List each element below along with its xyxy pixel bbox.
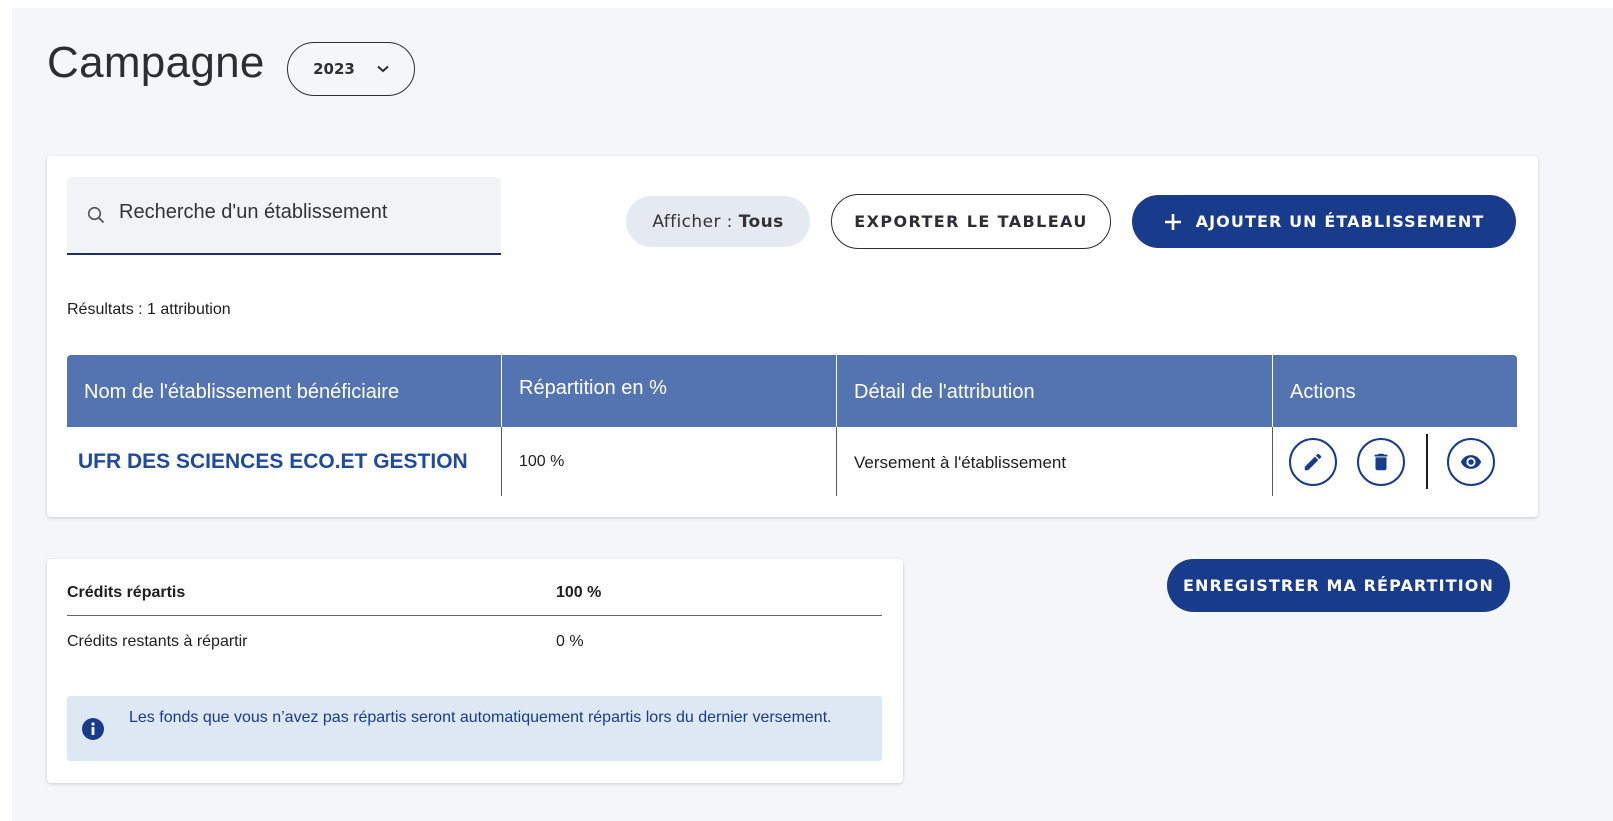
actions-divider: [1426, 434, 1428, 489]
attributions-card: Afficher : Tous EXPORTER LE TABLEAU AJOU…: [47, 156, 1538, 517]
column-header-actions: Actions: [1290, 380, 1356, 403]
export-button[interactable]: EXPORTER LE TABLEAU: [831, 194, 1111, 249]
repartition-cell: 100 %: [502, 427, 837, 496]
plus-icon: [1164, 213, 1181, 230]
column-header-repartition: Répartition en %: [502, 355, 837, 427]
credits-remaining-value: 0 %: [556, 633, 584, 650]
credits-remaining-label: Crédits restants à répartir: [67, 633, 248, 650]
establishment-name-link[interactable]: UFR DES SCIENCES ECO.ET GESTION: [67, 427, 502, 496]
add-establishment-button[interactable]: AJOUTER UN ÉTABLISSEMENT: [1132, 195, 1516, 248]
filter-value: Tous: [738, 211, 784, 232]
filter-label: Afficher :: [652, 211, 733, 232]
info-notice: Les fonds que vous n’avez pas répartis s…: [67, 696, 882, 761]
chevron-down-icon: [377, 65, 389, 73]
search-input[interactable]: [119, 200, 479, 224]
results-count: Résultats : 1 attribution: [67, 301, 231, 318]
edit-button[interactable]: [1289, 437, 1337, 486]
search-icon: [87, 206, 105, 224]
info-text: Les fonds que vous n’avez pas répartis s…: [129, 709, 832, 726]
add-establishment-label: AJOUTER UN ÉTABLISSEMENT: [1195, 212, 1485, 231]
credits-distributed-value: 100 %: [556, 584, 602, 601]
save-repartition-button[interactable]: ENREGISTRER MA RÉPARTITION: [1167, 559, 1510, 612]
attributions-table: Nom de l'établissement bénéficiaire Répa…: [67, 355, 1517, 496]
credits-distributed-label: Crédits répartis: [67, 584, 186, 601]
year-select[interactable]: 2023: [287, 42, 415, 96]
info-icon: [82, 718, 104, 740]
filter-chip[interactable]: Afficher : Tous: [626, 196, 810, 247]
year-select-value: 2023: [313, 60, 355, 78]
pencil-icon: [1304, 453, 1322, 470]
credits-summary-card: Crédits répartis 100 % Crédits restants …: [47, 559, 903, 783]
credits-distributed-row: Crédits répartis 100 %: [67, 584, 882, 616]
credits-remaining-row: Crédits restants à répartir 0 %: [67, 633, 882, 657]
trash-icon: [1374, 453, 1388, 470]
delete-button[interactable]: [1357, 437, 1405, 486]
table-header: Nom de l'établissement bénéficiaire Répa…: [67, 355, 1517, 427]
view-button[interactable]: [1447, 437, 1495, 486]
column-header-detail: Détail de l'attribution: [837, 355, 1273, 427]
column-header-name: Nom de l'établissement bénéficiaire: [67, 355, 502, 427]
search-field[interactable]: [67, 177, 501, 255]
table-row: UFR DES SCIENCES ECO.ET GESTION 100 % Ve…: [67, 427, 1517, 496]
detail-cell: Versement à l'établissement: [837, 427, 1273, 496]
eye-icon: [1460, 454, 1482, 469]
actions-cell: [1273, 427, 1517, 496]
page-title: Campagne: [47, 38, 265, 87]
